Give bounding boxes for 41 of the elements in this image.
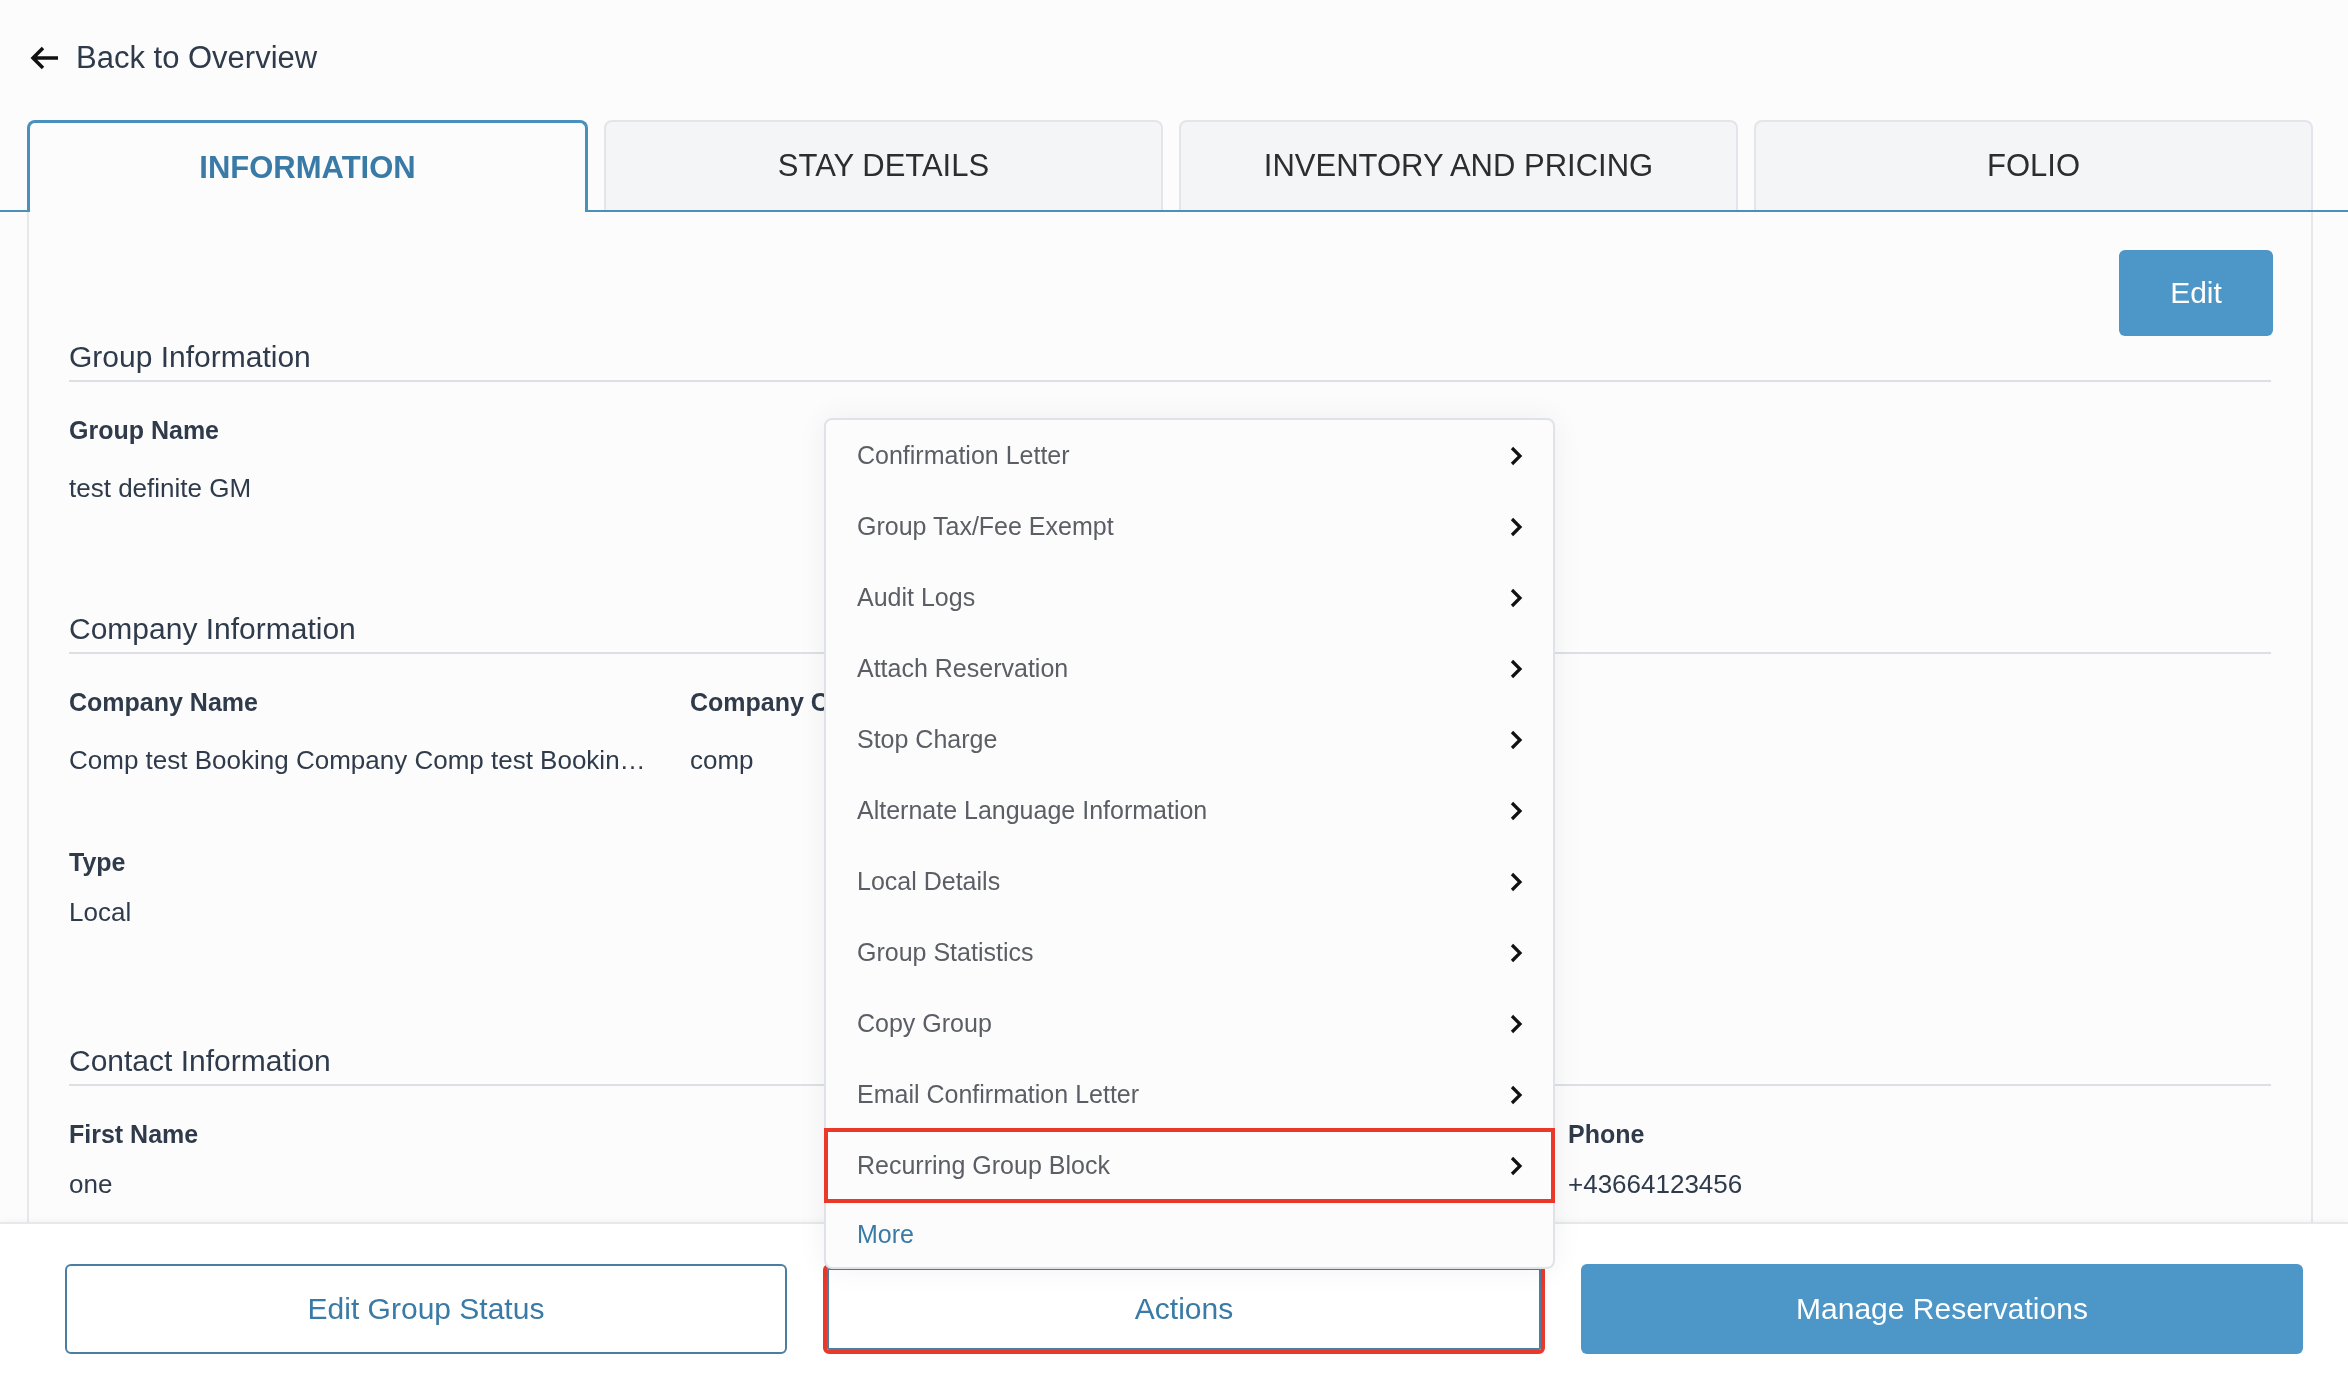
chevron-right-icon <box>1509 444 1523 467</box>
menu-item[interactable]: Group Statistics <box>826 917 1553 988</box>
chevron-right-icon <box>1509 1012 1523 1035</box>
chevron-right-icon <box>1509 1083 1523 1106</box>
tab[interactable]: INFORMATION <box>27 120 588 212</box>
menu-item[interactable]: Local Details <box>826 846 1553 917</box>
chevron-right-icon <box>1509 515 1523 538</box>
field-value: Comp test Booking Company Comp test Bookin… <box>69 745 646 776</box>
footer-button[interactable]: Actions <box>823 1264 1545 1354</box>
field-label: Phone <box>1568 1120 1645 1149</box>
footer-button[interactable]: Edit Group Status <box>65 1264 787 1354</box>
edit-button[interactable]: Edit <box>2119 250 2273 336</box>
chevron-right-icon <box>1509 586 1523 609</box>
back-arrow-icon <box>30 45 60 71</box>
chevron-right-icon <box>1509 870 1523 893</box>
field-value: +43664123456 <box>1568 1169 1743 1200</box>
field-value: Local <box>69 897 132 928</box>
field-value: one <box>69 1169 113 1200</box>
field-label: Type <box>69 848 126 877</box>
chevron-right-icon <box>1509 728 1523 751</box>
chevron-right-icon <box>1509 941 1523 964</box>
menu-item[interactable]: Recurring Group Block <box>826 1130 1553 1201</box>
footer-button[interactable]: Manage Reservations <box>1581 1264 2303 1354</box>
tab[interactable]: STAY DETAILS <box>604 120 1163 210</box>
menu-item[interactable]: Stop Charge <box>826 704 1553 775</box>
field-label: Company Name <box>69 688 258 717</box>
menu-item[interactable]: Group Tax/Fee Exempt <box>826 491 1553 562</box>
chevron-right-icon <box>1509 1154 1523 1177</box>
section-title: Group Information <box>69 340 2271 382</box>
field-value: test definite GM <box>69 473 252 504</box>
field-label: Group Name <box>69 416 220 445</box>
tab[interactable]: INVENTORY AND PRICING <box>1179 120 1738 210</box>
chevron-right-icon <box>1509 799 1523 822</box>
field-value: comp <box>690 745 754 776</box>
back-link[interactable]: Back to Overview <box>30 40 318 76</box>
chevron-right-icon <box>1509 657 1523 680</box>
tab[interactable]: FOLIO <box>1754 120 2313 210</box>
more-link[interactable]: More <box>826 1201 1553 1267</box>
menu-item[interactable]: Confirmation Letter <box>826 420 1553 491</box>
menu-item[interactable]: Alternate Language Information <box>826 775 1553 846</box>
field-label: First Name <box>69 1120 199 1149</box>
